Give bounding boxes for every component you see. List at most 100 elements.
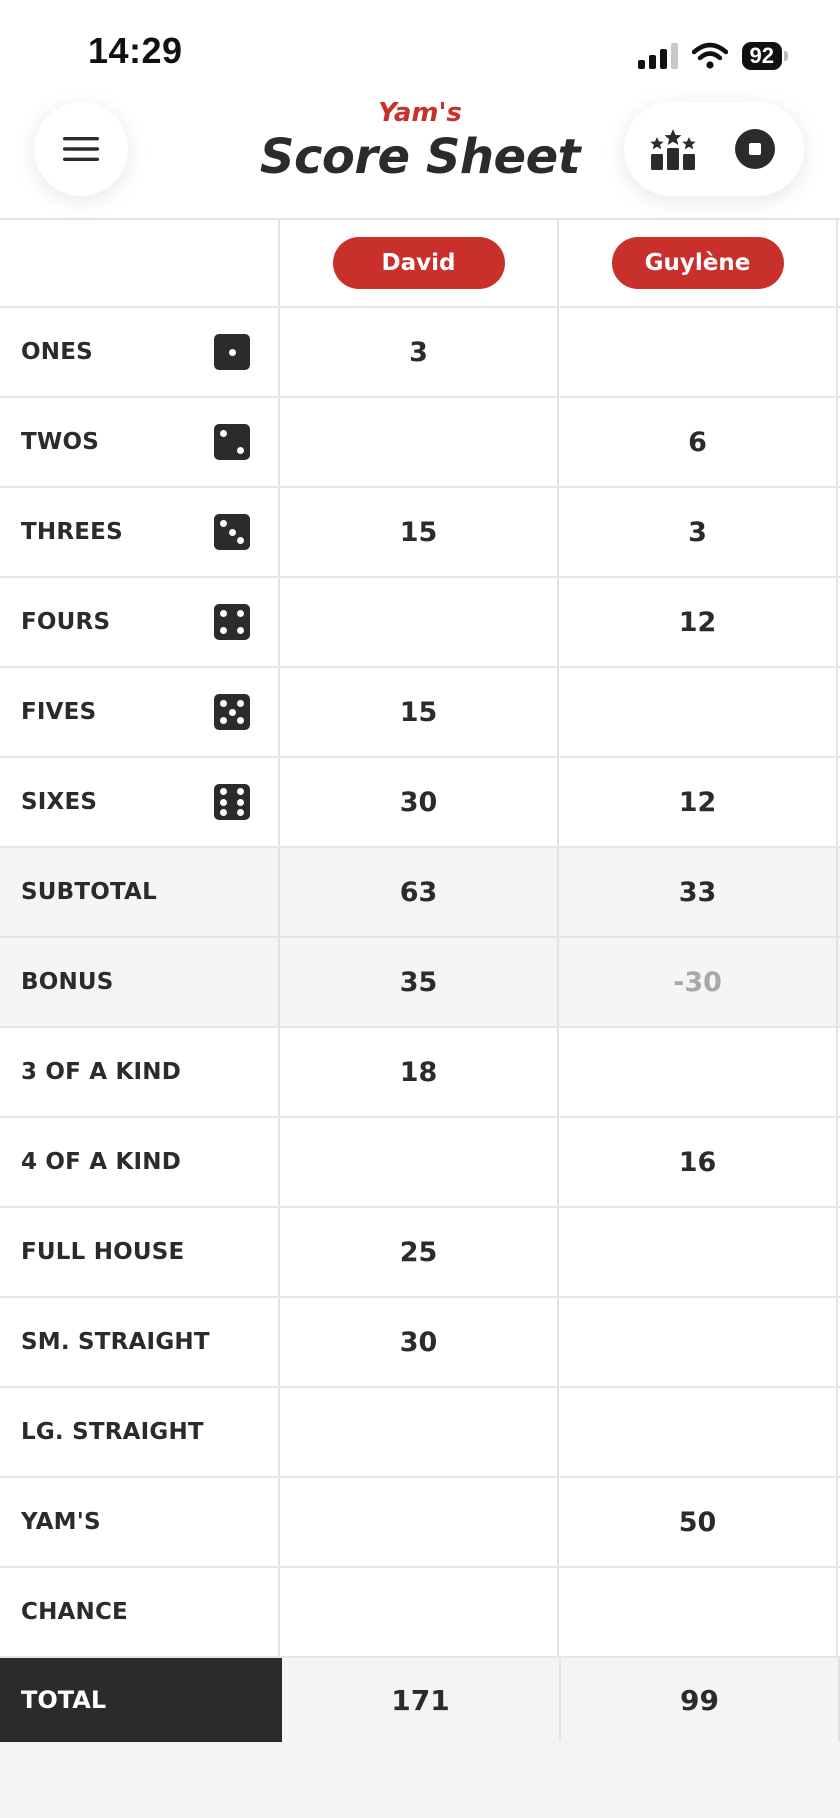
score-cell[interactable] (559, 668, 838, 756)
category-label-cell: SIXES (0, 758, 280, 846)
category-label-cell: THREES (0, 488, 280, 576)
player-column-1: Guylène (559, 220, 838, 306)
total-label: TOTAL (0, 1658, 282, 1742)
score-cell[interactable] (559, 1208, 838, 1296)
category-label-cell: BONUS (0, 938, 280, 1026)
player-name-badge[interactable]: David (332, 237, 505, 289)
score-cell[interactable]: 12 (559, 578, 838, 666)
score-cell[interactable]: 33 (559, 848, 838, 936)
category-label-cell: FIVES (0, 668, 280, 756)
category-label-cell: FOURS (0, 578, 280, 666)
battery-level: 92 (741, 42, 782, 70)
score-cell[interactable] (559, 1388, 838, 1476)
menu-button[interactable] (34, 102, 128, 196)
app-subtitle: Yam's (378, 98, 462, 128)
category-label: SUBTOTAL (21, 879, 157, 905)
score-cell[interactable]: 3 (559, 488, 838, 576)
category-label: TWOS (21, 429, 99, 455)
score-cell[interactable]: 50 (559, 1478, 838, 1566)
die-six-icon (214, 784, 250, 820)
category-label-cell: SUBTOTAL (0, 848, 280, 936)
category-label-cell: FULL HOUSE (0, 1208, 280, 1296)
score-row: BONUS 35 -30 (0, 938, 840, 1028)
status-time: 14:29 (88, 30, 183, 71)
category-label-cell: 3 OF A KIND (0, 1028, 280, 1116)
score-cell[interactable]: 30 (280, 758, 559, 846)
category-label-cell: SM. STRAIGHT (0, 1298, 280, 1386)
score-cell[interactable]: 15 (280, 668, 559, 756)
category-label: CHANCE (21, 1599, 128, 1625)
player-header-row: David Guylène (0, 220, 840, 308)
score-grid: David Guylène ONES 3 TWOS 6 THREES 15 3 FOURS 12… (0, 218, 840, 1742)
score-cell[interactable]: 18 (280, 1028, 559, 1116)
score-cell[interactable] (559, 1028, 838, 1116)
category-label: SIXES (21, 789, 98, 815)
score-row: SM. STRAIGHT 30 (0, 1298, 840, 1388)
die-five-icon (214, 694, 250, 730)
leaderboard-button[interactable] (643, 119, 703, 179)
category-label: 3 OF A KIND (21, 1059, 182, 1085)
category-label-cell: ONES (0, 308, 280, 396)
category-label: YAM'S (21, 1509, 101, 1535)
die-four-icon (214, 604, 250, 640)
category-label-cell: CHANCE (0, 1568, 280, 1656)
score-cell[interactable] (559, 308, 838, 396)
total-row: TOTAL 171 99 (0, 1658, 840, 1742)
category-label: BONUS (21, 969, 114, 995)
score-cell[interactable] (559, 1298, 838, 1386)
score-cell[interactable]: 16 (559, 1118, 838, 1206)
score-row: CHANCE (0, 1568, 840, 1658)
leaderboard-stars-icon (650, 129, 696, 170)
score-row: SIXES 30 12 (0, 758, 840, 848)
score-cell[interactable] (280, 578, 559, 666)
score-cell[interactable] (280, 398, 559, 486)
battery-icon: 92 (741, 42, 788, 70)
die-one-icon (214, 334, 250, 370)
player-name-badge[interactable]: Guylène (611, 237, 784, 289)
score-row: 3 OF A KIND 18 (0, 1028, 840, 1118)
category-label-cell: TWOS (0, 398, 280, 486)
score-cell[interactable] (280, 1568, 559, 1656)
page-title: Score Sheet (259, 129, 581, 185)
score-row: YAM'S 50 (0, 1478, 840, 1568)
category-label-cell: LG. STRAIGHT (0, 1388, 280, 1476)
total-score-cell: 99 (561, 1658, 840, 1742)
score-cell[interactable]: 6 (559, 398, 838, 486)
corner-cell (0, 220, 280, 306)
category-label: FOURS (21, 609, 111, 635)
score-cell[interactable]: 12 (559, 758, 838, 846)
die-three-icon (214, 514, 250, 550)
score-cell[interactable]: 3 (280, 308, 559, 396)
score-row: ONES 3 (0, 308, 840, 398)
header-actions (624, 102, 804, 196)
score-cell[interactable]: 30 (280, 1298, 559, 1386)
score-cell[interactable]: 25 (280, 1208, 559, 1296)
category-label-cell: YAM'S (0, 1478, 280, 1566)
category-rows: ONES 3 TWOS 6 THREES 15 3 FOURS 12 FIVES 15 SIXES 30… (0, 308, 840, 1658)
score-row: TWOS 6 (0, 398, 840, 488)
score-cell[interactable] (280, 1478, 559, 1566)
stop-icon (735, 129, 775, 169)
score-row: LG. STRAIGHT (0, 1388, 840, 1478)
score-cell[interactable]: 15 (280, 488, 559, 576)
score-cell[interactable]: 35 (280, 938, 559, 1026)
score-cell[interactable]: 63 (280, 848, 559, 936)
cellular-signal-icon (637, 43, 678, 69)
category-label-cell: 4 OF A KIND (0, 1118, 280, 1206)
score-cell[interactable] (280, 1388, 559, 1476)
category-label: SM. STRAIGHT (21, 1329, 210, 1355)
category-label: 4 OF A KIND (21, 1149, 182, 1175)
category-label: FIVES (21, 699, 97, 725)
category-label: THREES (21, 519, 123, 545)
category-label: LG. STRAIGHT (21, 1419, 204, 1445)
score-cell[interactable] (280, 1118, 559, 1206)
score-cell[interactable] (559, 1568, 838, 1656)
die-two-icon (214, 424, 250, 460)
player-column-0: David (280, 220, 559, 306)
stop-game-button[interactable] (725, 119, 785, 179)
score-row: FOURS 12 (0, 578, 840, 668)
score-row: 4 OF A KIND 16 (0, 1118, 840, 1208)
score-row: FULL HOUSE 25 (0, 1208, 840, 1298)
total-score-cell: 171 (282, 1658, 561, 1742)
score-cell[interactable]: -30 (559, 938, 838, 1026)
